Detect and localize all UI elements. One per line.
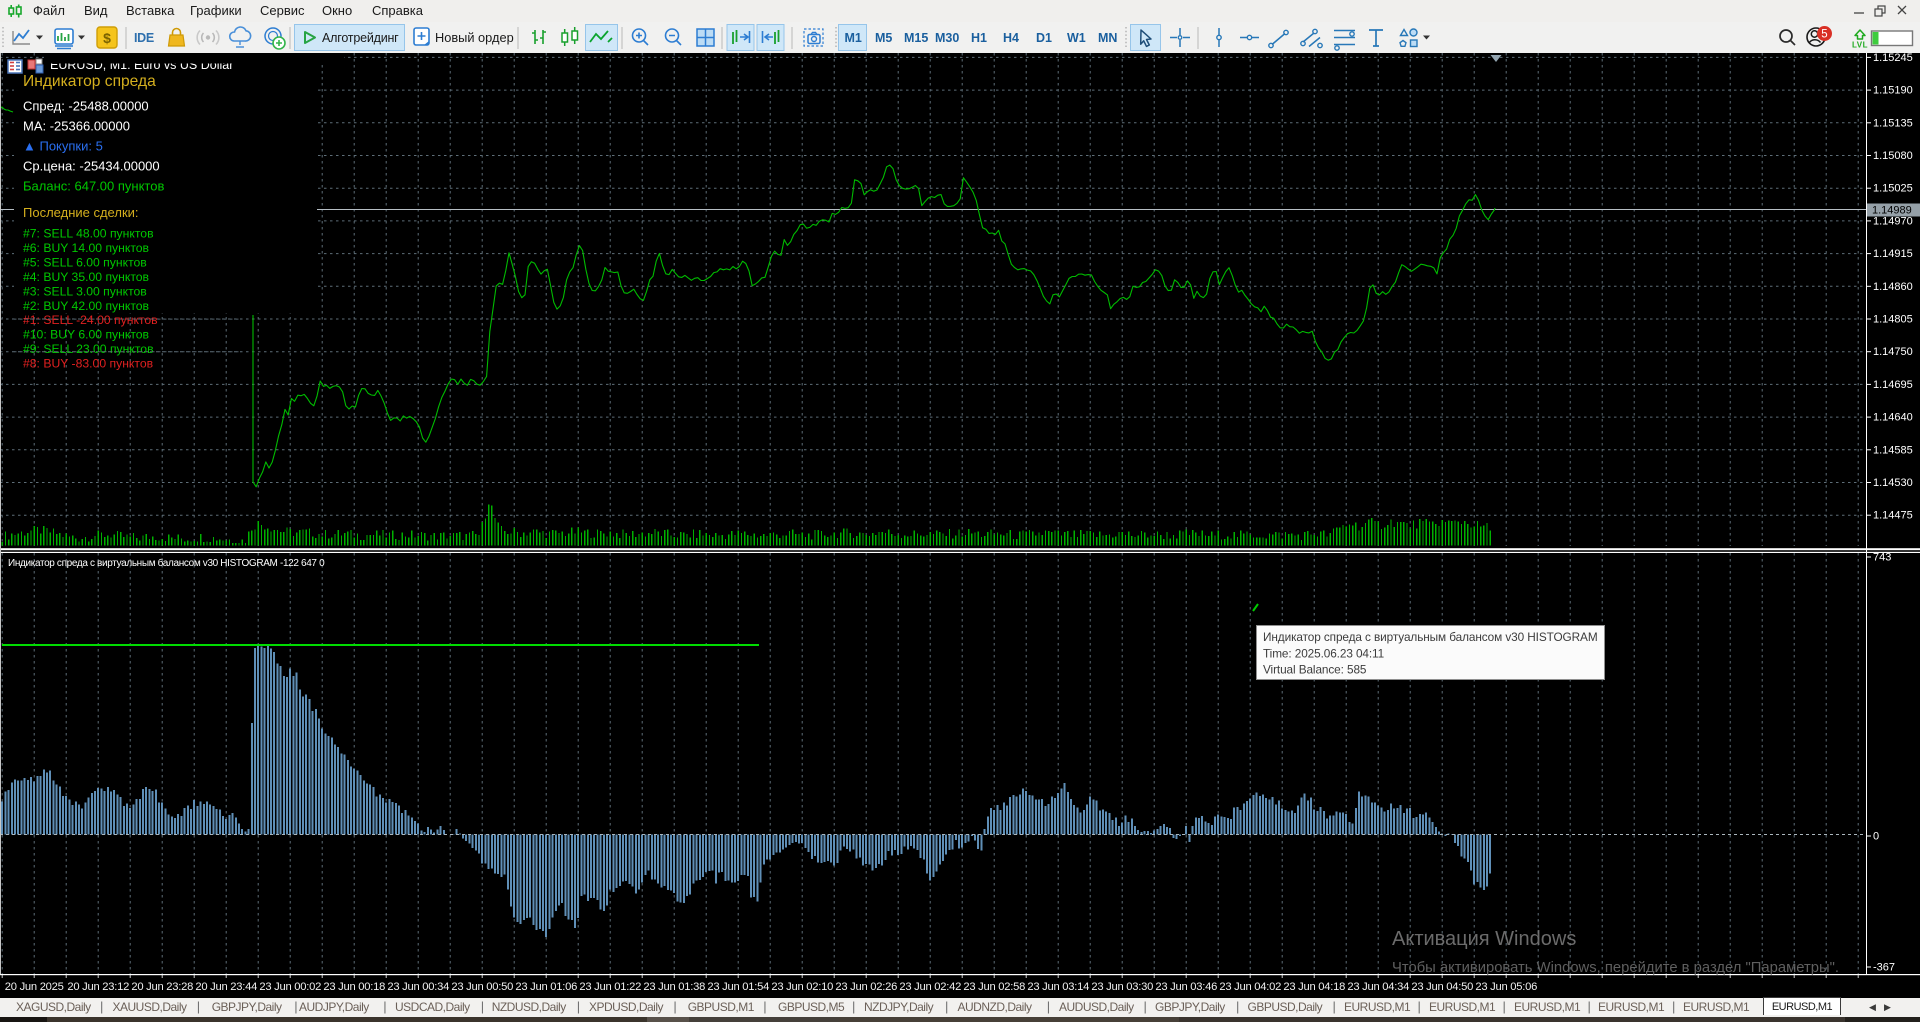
svg-text:$: $: [103, 30, 111, 46]
svg-text:MN: MN: [1098, 31, 1117, 45]
svg-text:Активация Windows: Активация Windows: [1392, 928, 1576, 950]
svg-text:IDE: IDE: [134, 31, 154, 45]
svg-text:D1: D1: [1036, 31, 1052, 45]
svg-text:1.14860: 1.14860: [1873, 281, 1913, 293]
svg-text:1.14530: 1.14530: [1873, 477, 1913, 489]
svg-text:M1: M1: [845, 31, 862, 45]
svg-text:23 Jun 03:46: 23 Jun 03:46: [1155, 981, 1217, 993]
svg-text:23 Jun 00:34: 23 Jun 00:34: [387, 981, 449, 993]
svg-text:Virtual Balance: 585: Virtual Balance: 585: [1263, 663, 1367, 677]
svg-text:1.15080: 1.15080: [1873, 150, 1913, 162]
svg-text:5: 5: [1821, 29, 1827, 41]
svg-text:1.15245: 1.15245: [1873, 53, 1913, 64]
svg-text:23 Jun 01:38: 23 Jun 01:38: [643, 981, 705, 993]
svg-text:23 Jun 00:50: 23 Jun 00:50: [451, 981, 513, 993]
svg-text:23 Jun 04:02: 23 Jun 04:02: [1219, 981, 1281, 993]
svg-text:23 Jun 01:06: 23 Jun 01:06: [515, 981, 577, 993]
svg-text:Time: 2025.06.23 04:11: Time: 2025.06.23 04:11: [1263, 647, 1384, 661]
svg-text:23 Jun 02:26: 23 Jun 02:26: [835, 981, 897, 993]
svg-text:23 Jun 03:14: 23 Jun 03:14: [1027, 981, 1089, 993]
svg-text:23 Jun 00:18: 23 Jun 00:18: [323, 981, 385, 993]
svg-text:#8: BUY -83.00 пунктов: #8: BUY -83.00 пунктов: [23, 357, 153, 371]
svg-text:23 Jun 02:58: 23 Jun 02:58: [963, 981, 1025, 993]
svg-text:20 Jun 2025: 20 Jun 2025: [5, 981, 64, 993]
svg-text:Индикатор спреда с виртуальным: Индикатор спреда с виртуальным балансом …: [1263, 630, 1598, 644]
svg-text:1.14640: 1.14640: [1873, 412, 1913, 424]
svg-text:MA: -25366.00000: MA: -25366.00000: [23, 119, 130, 134]
svg-text:-367: -367: [1873, 962, 1895, 974]
svg-text:Баланс: 647.00 пунктов: Баланс: 647.00 пунктов: [23, 179, 164, 194]
svg-text:23 Jun 04:18: 23 Jun 04:18: [1283, 981, 1345, 993]
svg-text:20 Jun 23:44: 20 Jun 23:44: [195, 981, 257, 993]
svg-text:#1: SELL -24.00 пунктов: #1: SELL -24.00 пунктов: [23, 313, 158, 327]
svg-text:H4: H4: [1003, 31, 1019, 45]
svg-text:LVL: LVL: [1852, 41, 1868, 50]
svg-text:1.15025: 1.15025: [1873, 183, 1913, 195]
svg-text:Индикатор спреда с виртуальным: Индикатор спреда с виртуальным балансом …: [8, 557, 325, 569]
svg-text:1.14989: 1.14989: [1872, 205, 1912, 217]
svg-text:#3: SELL 3.00 пунктов: #3: SELL 3.00 пунктов: [23, 284, 147, 298]
svg-text:#2: BUY 42.00 пунктов: #2: BUY 42.00 пунктов: [23, 299, 149, 313]
svg-text:1.14805: 1.14805: [1873, 314, 1913, 326]
svg-text:23 Jun 05:06: 23 Jun 05:06: [1475, 981, 1537, 993]
svg-text:0: 0: [1873, 831, 1879, 843]
svg-text:Чтобы активировать Windows, пе: Чтобы активировать Windows, перейдите в …: [1392, 960, 1839, 976]
svg-text:#6: BUY 14.00 пунктов: #6: BUY 14.00 пунктов: [23, 241, 149, 255]
svg-text:23 Jun 01:22: 23 Jun 01:22: [579, 981, 641, 993]
svg-text:20 Jun 23:12: 20 Jun 23:12: [67, 981, 129, 993]
svg-text:23 Jun 03:30: 23 Jun 03:30: [1091, 981, 1153, 993]
svg-text:M15: M15: [904, 31, 928, 45]
svg-text:1.14585: 1.14585: [1873, 444, 1913, 456]
svg-text:1.14970: 1.14970: [1873, 215, 1913, 227]
svg-text:23 Jun 02:10: 23 Jun 02:10: [771, 981, 833, 993]
svg-text:23 Jun 04:50: 23 Jun 04:50: [1411, 981, 1473, 993]
svg-text:Алготрейдинг: Алготрейдинг: [322, 31, 399, 45]
svg-text:#9: SELL 23.00 пунктов: #9: SELL 23.00 пунктов: [23, 342, 154, 356]
svg-text:23 Jun 01:54: 23 Jun 01:54: [707, 981, 769, 993]
svg-text:1.14750: 1.14750: [1873, 346, 1913, 358]
svg-text:#7: SELL 48.00 пунктов: #7: SELL 48.00 пунктов: [23, 227, 154, 241]
svg-text:1.14915: 1.14915: [1873, 248, 1913, 260]
svg-text:H1: H1: [971, 31, 987, 45]
svg-text:1.14695: 1.14695: [1873, 379, 1913, 391]
svg-text:#4: BUY 35.00 пунктов: #4: BUY 35.00 пунктов: [23, 270, 149, 284]
svg-text:743: 743: [1873, 552, 1891, 564]
svg-text:#10: BUY 6.00 пунктов: #10: BUY 6.00 пунктов: [23, 328, 149, 342]
svg-text:▲ Покупки: 5: ▲ Покупки: 5: [23, 139, 103, 154]
svg-text:1.14475: 1.14475: [1873, 510, 1913, 522]
svg-text:Новый ордер: Новый ордер: [435, 30, 514, 45]
svg-text:W1: W1: [1067, 31, 1086, 45]
svg-text:23 Jun 02:42: 23 Jun 02:42: [899, 981, 961, 993]
svg-text:#5: SELL 6.00 пунктов: #5: SELL 6.00 пунктов: [23, 255, 147, 269]
svg-text:M5: M5: [875, 31, 892, 45]
svg-text:1.15190: 1.15190: [1873, 85, 1913, 97]
svg-text:23 Jun 00:02: 23 Jun 00:02: [259, 981, 321, 993]
svg-text:23 Jun 04:34: 23 Jun 04:34: [1347, 981, 1409, 993]
svg-text:M30: M30: [935, 31, 959, 45]
svg-text:1.15135: 1.15135: [1873, 117, 1913, 129]
svg-text:20 Jun 23:28: 20 Jun 23:28: [131, 981, 193, 993]
svg-text:Индикатор спреда: Индикатор спреда: [23, 73, 156, 90]
svg-text:Последние сделки:: Последние сделки:: [23, 205, 139, 220]
svg-text:Спред: -25488.00000: Спред: -25488.00000: [23, 99, 149, 114]
svg-text:Ср.цена: -25434.00000: Ср.цена: -25434.00000: [23, 159, 160, 174]
